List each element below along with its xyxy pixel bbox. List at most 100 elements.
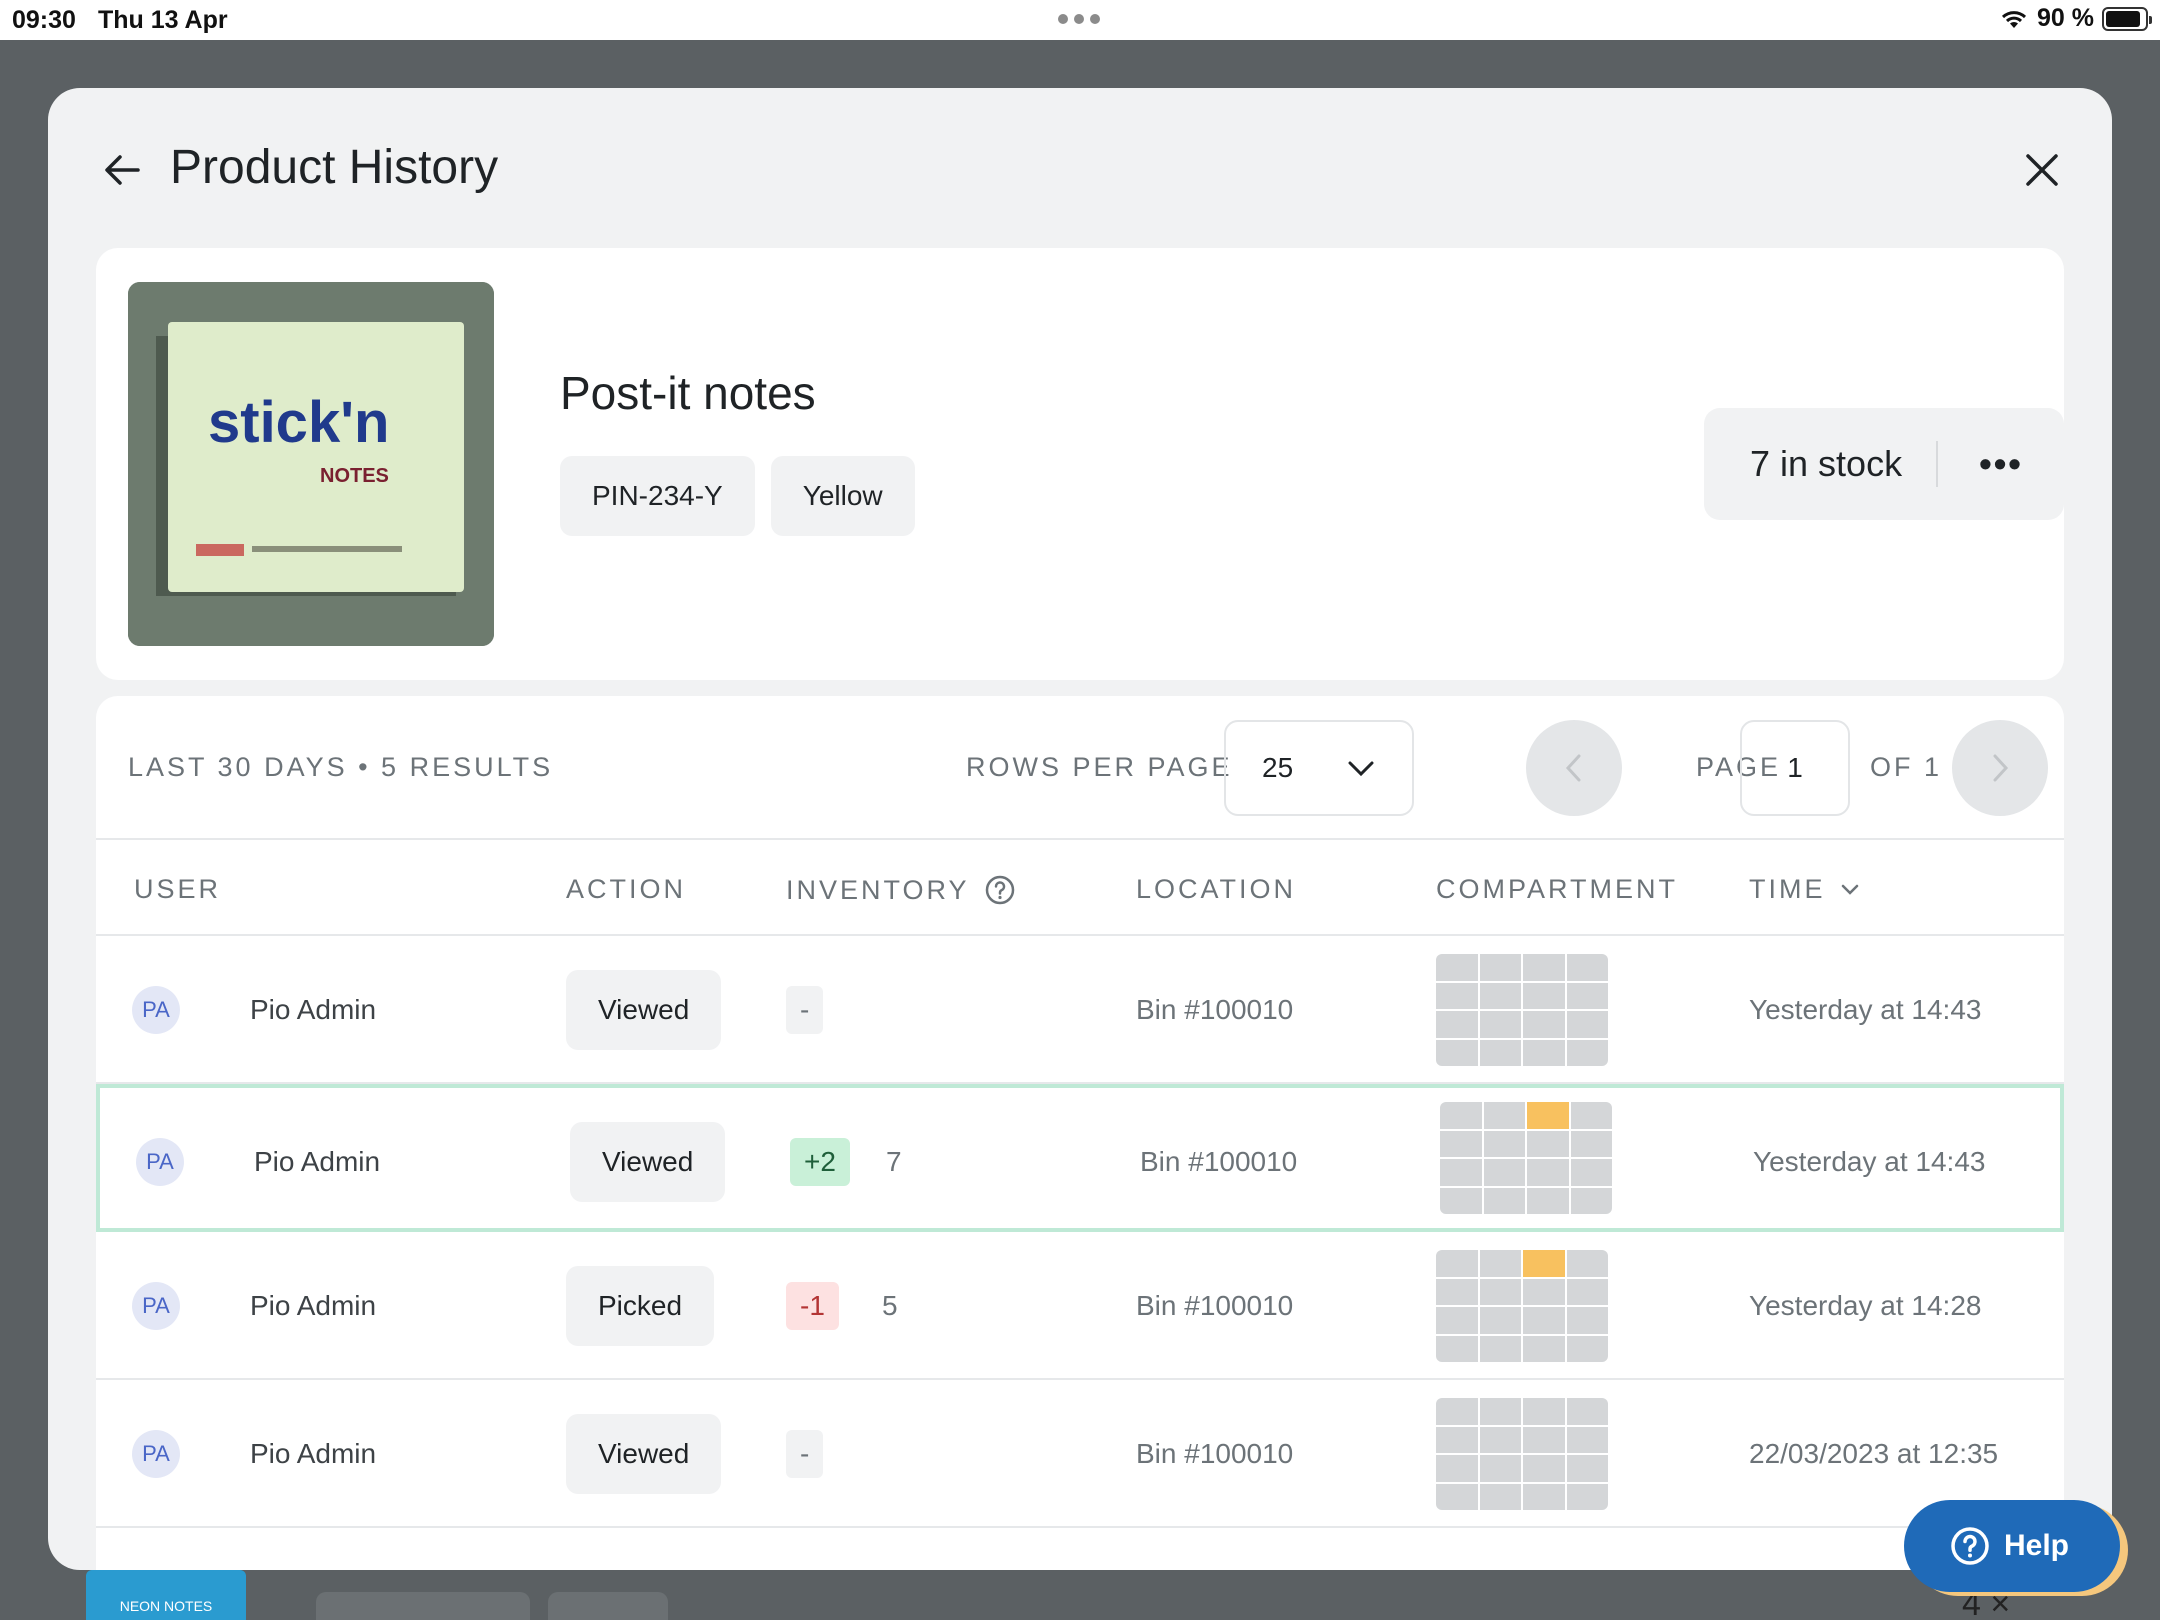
compartment-cell	[1436, 1335, 1478, 1362]
compartment-cell	[1566, 1278, 1608, 1305]
column-user: USER	[134, 874, 222, 904]
compartment-cell	[1479, 1278, 1521, 1305]
background-pill	[548, 1592, 668, 1620]
compartment-cell	[1523, 1278, 1565, 1305]
page-title: Product History	[170, 141, 499, 194]
column-time[interactable]: TIME	[1749, 874, 1860, 905]
action-badge[interactable]: Picked	[566, 1266, 715, 1346]
compartment-cell	[1523, 1039, 1565, 1066]
compartment-cell	[1436, 954, 1478, 981]
compartment-cell	[1570, 1187, 1612, 1214]
background-product-thumbnail: NEON NOTES	[86, 1570, 246, 1620]
compartment-cell	[1440, 1159, 1482, 1186]
page-number-input[interactable]: 1	[1740, 720, 1850, 816]
avatar: PA	[136, 1138, 184, 1186]
inventory-delta-badge: -	[786, 1430, 824, 1478]
compartment-cell	[1436, 1455, 1478, 1482]
action-badge[interactable]: Viewed	[570, 1122, 726, 1202]
compartment-cell	[1570, 1159, 1612, 1186]
compartment-cell	[1566, 982, 1608, 1009]
compartment-cell	[1436, 1398, 1478, 1425]
next-page-button[interactable]	[1952, 720, 2048, 816]
compartment-cell	[1566, 1483, 1608, 1510]
compartment-cell	[1479, 982, 1521, 1009]
compartment-cell	[1479, 954, 1521, 981]
compartment-cell	[1570, 1102, 1612, 1129]
inventory-delta-badge: +2	[790, 1138, 850, 1186]
table-row[interactable]: PA Pio Admin Viewed +2 7 Bin #100010 Yesterday…	[96, 1084, 2064, 1232]
compartment-cell	[1523, 1398, 1565, 1425]
compartment-cell	[1436, 1278, 1478, 1305]
compartment-cell	[1479, 1335, 1521, 1362]
compartment-cell	[1483, 1130, 1525, 1157]
compartment-cell	[1527, 1102, 1569, 1129]
action-badge[interactable]: Viewed	[566, 970, 722, 1050]
compartment-cell	[1436, 1483, 1478, 1510]
product-image: stick'n NOTES	[128, 282, 494, 646]
help-circle-icon[interactable]	[984, 874, 1016, 906]
compartment-cell	[1436, 1307, 1478, 1334]
battery-icon	[2102, 6, 2152, 31]
compartment-cell	[1479, 1039, 1521, 1066]
stock-panel: 7 in stock •••	[1704, 408, 2064, 520]
compartment-cell	[1479, 1250, 1521, 1277]
avatar: PA	[132, 986, 180, 1034]
user-name: Pio Admin	[250, 994, 377, 1025]
table-row[interactable]: PA Pio Admin Picked -1 5 Bin #100010 Yesterday…	[96, 1232, 2064, 1380]
compartment-cell	[1527, 1130, 1569, 1157]
status-right: 90 %	[1999, 4, 2152, 33]
color-tag: Yellow	[770, 456, 915, 536]
chevron-left-icon	[1565, 754, 1581, 782]
compartment-cell	[1566, 1426, 1608, 1453]
compartment-grid	[1436, 1250, 1608, 1362]
compartment-cell	[1440, 1130, 1482, 1157]
compartment-cell	[1523, 1335, 1565, 1362]
help-button[interactable]: Help	[1904, 1500, 2120, 1592]
compartment-cell	[1436, 1011, 1478, 1038]
inventory-delta-badge: -1	[786, 1282, 839, 1330]
compartment-cell	[1483, 1187, 1525, 1214]
column-compartment: COMPARTMENT	[1436, 874, 1678, 904]
compartment-cell	[1440, 1102, 1482, 1129]
compartment-cell	[1479, 1483, 1521, 1510]
product-tags: PIN-234-Y Yellow	[560, 456, 915, 536]
page-total-label: OF 1	[1870, 752, 1943, 782]
close-icon[interactable]	[2020, 148, 2064, 192]
sku-tag: PIN-234-Y	[560, 456, 755, 536]
multitasking-dots-icon[interactable]	[1058, 14, 1100, 24]
compartment-cell	[1566, 1250, 1608, 1277]
compartment-cell	[1566, 1039, 1608, 1066]
table-header: USER ACTION INVENTORY LOCATION COMPARTME…	[96, 840, 2064, 936]
compartment-grid	[1436, 954, 1608, 1066]
arrow-left-icon[interactable]	[100, 148, 144, 192]
compartment-cell	[1479, 1426, 1521, 1453]
rows-per-page-value: 25	[1262, 752, 1294, 783]
background-pill	[316, 1592, 530, 1620]
more-options-icon[interactable]: •••	[1938, 408, 2064, 520]
column-inventory: INVENTORY	[786, 874, 1016, 906]
time-text: Yesterday at 14:28	[1749, 1290, 1982, 1321]
product-image-sub: NOTES	[320, 465, 389, 487]
action-badge[interactable]: Viewed	[566, 1414, 722, 1494]
compartment-cell	[1527, 1159, 1569, 1186]
compartment-grid	[1436, 1398, 1608, 1510]
table-row[interactable]: PA Pio Admin Viewed - Bin #100010 Yesterday a…	[96, 936, 2064, 1084]
compartment-cell	[1523, 1455, 1565, 1482]
peek-sub: NEON NOTES	[119, 1598, 213, 1614]
compartment-cell	[1479, 1307, 1521, 1334]
compartment-cell	[1436, 982, 1478, 1009]
rows-per-page-label: ROWS PER PAGE	[966, 752, 1233, 782]
previous-page-button[interactable]	[1526, 720, 1622, 816]
compartment-cell	[1479, 1011, 1521, 1038]
rows-per-page-select[interactable]: 25	[1224, 720, 1414, 816]
results-summary: LAST 30 DAYS • 5 RESULTS	[128, 752, 554, 782]
compartment-cell	[1523, 1426, 1565, 1453]
product-history-modal: Product History stick'n NOTES Post-it no…	[48, 88, 2112, 1570]
table-row[interactable]: PA Pio Admin Viewed - Bin #100010 22/03/2023 …	[96, 1380, 2064, 1528]
compartment-cell	[1566, 1398, 1608, 1425]
compartment-cell	[1483, 1159, 1525, 1186]
compartment-cell	[1566, 1011, 1608, 1038]
compartment-grid	[1440, 1102, 1612, 1214]
compartment-cell	[1523, 1250, 1565, 1277]
compartment-cell	[1523, 982, 1565, 1009]
